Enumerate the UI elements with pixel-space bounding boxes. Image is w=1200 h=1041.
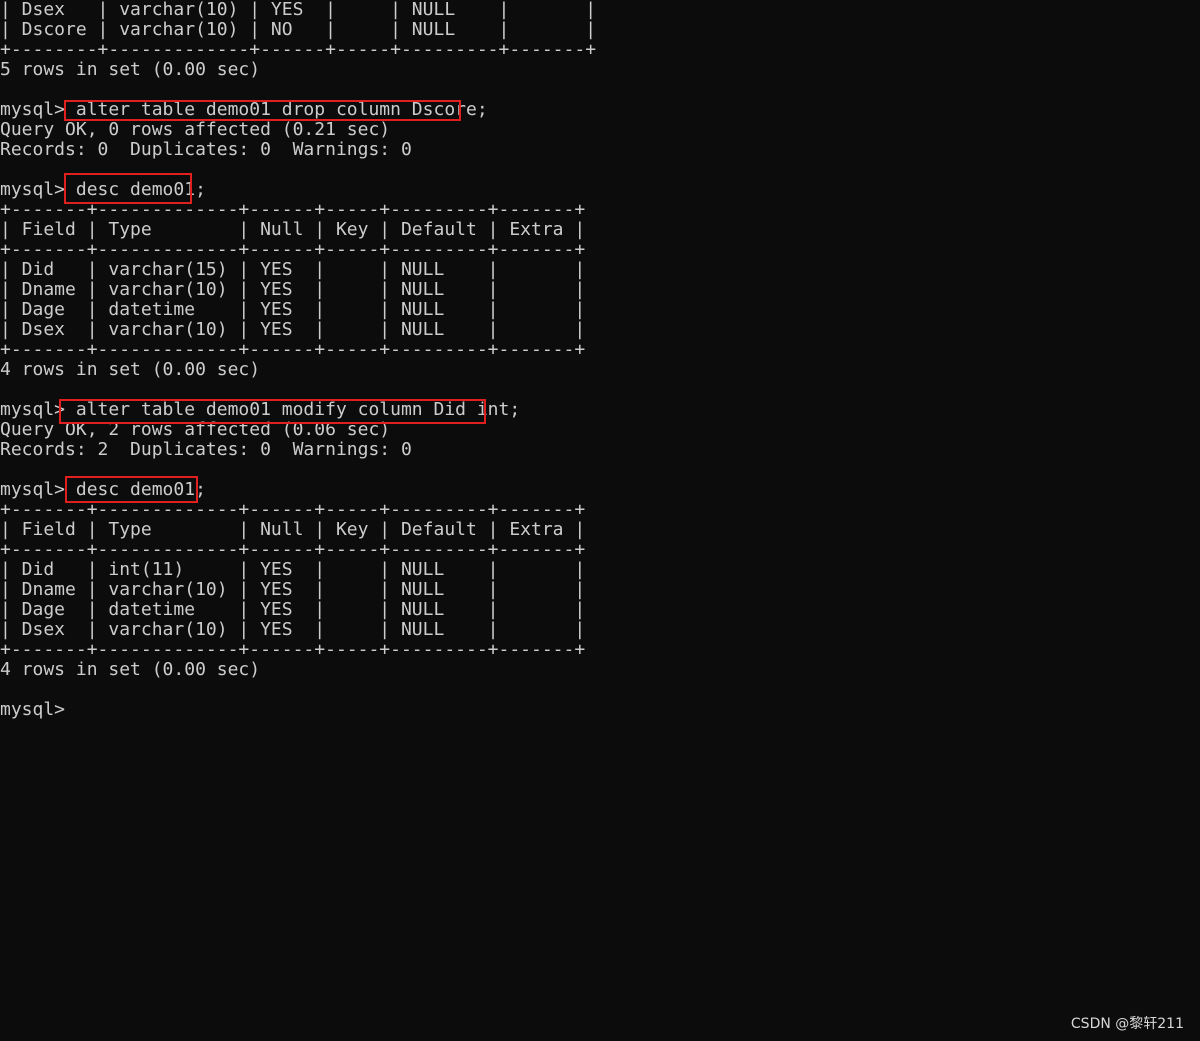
terminal-line: Records: 0 Duplicates: 0 Warnings: 0 xyxy=(0,139,412,160)
terminal-line: | Dsex | varchar(10) | YES | | NULL | | xyxy=(0,0,597,20)
terminal-line: | Dage | datetime | YES | | NULL | | xyxy=(0,599,586,620)
terminal-line: +-------+-------------+------+-----+----… xyxy=(0,539,586,560)
terminal-line: 4 rows in set (0.00 sec) xyxy=(0,659,261,680)
terminal-line: mysql> desc demo01; xyxy=(0,179,206,200)
terminal-line: mysql> alter table demo01 drop column Ds… xyxy=(0,99,488,120)
terminal-line: | Dscore | varchar(10) | NO | | NULL | | xyxy=(0,19,597,40)
terminal-line: | Did | varchar(15) | YES | | NULL | | xyxy=(0,259,586,280)
terminal-line: 4 rows in set (0.00 sec) xyxy=(0,359,261,380)
terminal-line: | Did | int(11) | YES | | NULL | | xyxy=(0,559,586,580)
terminal-line: Query OK, 2 rows affected (0.06 sec) xyxy=(0,419,391,440)
terminal-line: +-------+-------------+------+-----+----… xyxy=(0,639,586,660)
terminal-line: 5 rows in set (0.00 sec) xyxy=(0,59,261,80)
terminal-line: | Field | Type | Null | Key | Default | … xyxy=(0,519,586,540)
terminal-line: | Dname | varchar(10) | YES | | NULL | | xyxy=(0,579,586,600)
terminal-line: | Dage | datetime | YES | | NULL | | xyxy=(0,299,586,320)
terminal-line: +-------+-------------+------+-----+----… xyxy=(0,199,586,220)
csdn-watermark: CSDN @黎轩211 xyxy=(1070,1016,1184,1032)
terminal-line: | Field | Type | Null | Key | Default | … xyxy=(0,219,586,240)
terminal-line: +--------+-------------+------+-----+---… xyxy=(0,39,597,60)
terminal-line: +-------+-------------+------+-----+----… xyxy=(0,239,586,260)
terminal-line: +-------+-------------+------+-----+----… xyxy=(0,339,586,360)
terminal-line: Query OK, 0 rows affected (0.21 sec) xyxy=(0,119,391,140)
terminal-line: | Dsex | varchar(10) | YES | | NULL | | xyxy=(0,319,586,340)
terminal-line: | Dname | varchar(10) | YES | | NULL | | xyxy=(0,279,586,300)
terminal-line: | Dsex | varchar(10) | YES | | NULL | | xyxy=(0,619,586,640)
terminal-line: mysql> alter table demo01 modify column … xyxy=(0,399,521,420)
terminal-line: Records: 2 Duplicates: 0 Warnings: 0 xyxy=(0,439,412,460)
terminal-line: mysql> xyxy=(0,699,76,720)
terminal-line: +-------+-------------+------+-----+----… xyxy=(0,499,586,520)
terminal-output[interactable]: mysql> 4 rows in set (0.00 sec) +-------+… xyxy=(0,0,1200,1041)
terminal-line: mysql> desc demo01; xyxy=(0,479,206,500)
